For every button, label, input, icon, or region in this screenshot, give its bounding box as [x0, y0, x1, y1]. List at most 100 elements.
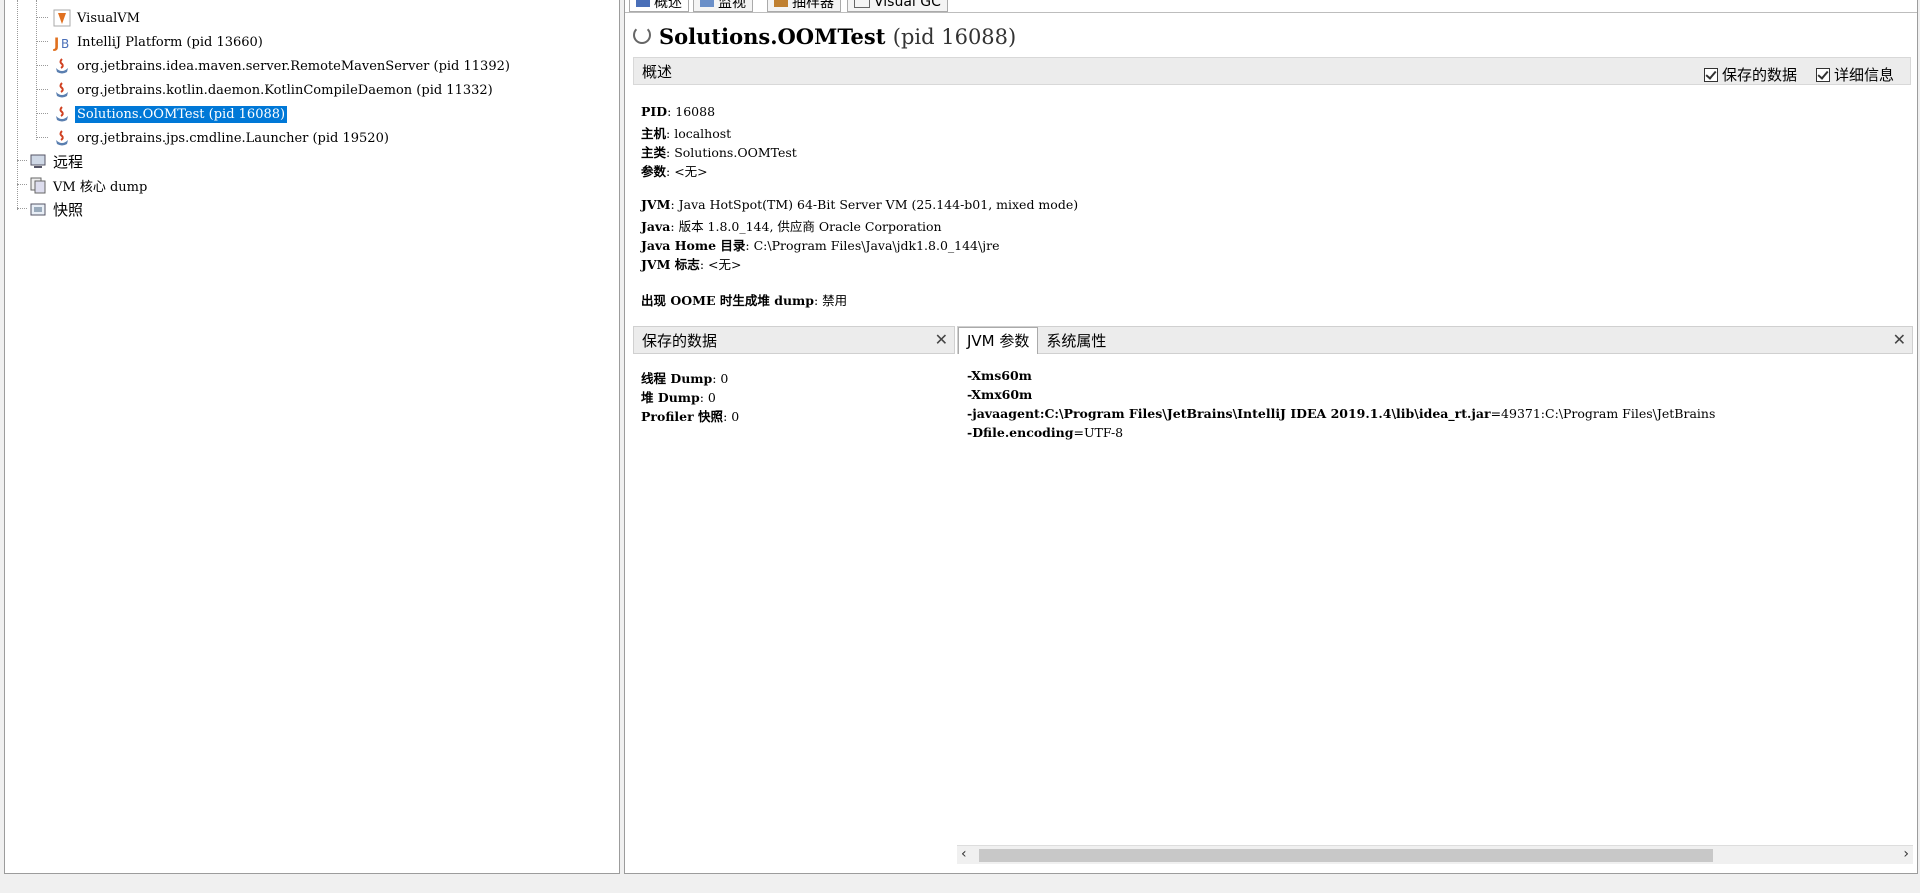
tree-item-visualvm[interactable]: VisualVM — [53, 8, 142, 28]
jvm-arg-value: =49371:C:\Program Files\JetBrains — [1490, 406, 1716, 421]
svg-text:J: J — [53, 36, 59, 51]
page-title: Solutions.OOMTest (pid 16088) — [659, 24, 1016, 49]
info-value: : 0 — [699, 390, 716, 405]
horizontal-scrollbar[interactable]: ‹ › — [957, 845, 1913, 864]
info-key: 线程 Dump — [641, 371, 713, 386]
info-key: 参数 — [641, 164, 667, 179]
overview-info-basic: PID: 16088 主机: localhost 主类: Solutions.O… — [641, 104, 797, 180]
jvm-args-list: -Xms60m -Xmx60m -javaagent:C:\Program Fi… — [967, 368, 1909, 444]
info-value: : 禁用 — [814, 293, 848, 308]
info-key: Java — [641, 219, 671, 234]
view-tabs: 概述 监视 抽样器 Visual GC — [625, 0, 1917, 13]
info-value: : 0 — [712, 371, 729, 386]
tab-label: JVM 参数 — [967, 332, 1030, 350]
tree-item-oomtest[interactable]: Solutions.OOMTest (pid 16088) — [53, 104, 289, 124]
checkbox-label: 保存的数据 — [1722, 66, 1798, 84]
tab-jvm-args[interactable]: JVM 参数 — [958, 326, 1039, 354]
tree-item-label: org.jetbrains.jps.cmdline.Launcher (pid … — [77, 130, 389, 146]
tree-item-label: VisualVM — [77, 10, 140, 26]
saved-data-panel-header: 保存的数据 ✕ — [633, 326, 955, 354]
tab-monitor[interactable]: 监视 — [693, 0, 753, 12]
info-key: 堆 Dump — [641, 390, 700, 405]
applications-tree-panel: VisualVM JB IntelliJ Platform (pid 13660… — [4, 0, 620, 874]
tree-group-remote[interactable]: 远程 — [29, 151, 85, 171]
jvm-arg: -Xms60m — [967, 368, 1032, 383]
tree-item-label: IntelliJ Platform (pid 13660) — [77, 34, 263, 50]
scroll-left-icon[interactable]: ‹ — [961, 846, 967, 862]
tree-item-maven-server[interactable]: org.jetbrains.idea.maven.server.RemoteMa… — [53, 56, 512, 76]
visual-gc-tab-icon — [854, 0, 870, 8]
checkbox-checked-icon — [1704, 67, 1718, 82]
info-value: : <无> — [666, 164, 708, 179]
info-key: 出现 OOME 时生成堆 dump — [641, 293, 814, 308]
info-key: Java Home 目录 — [641, 238, 746, 253]
svg-text:B: B — [61, 37, 69, 51]
loading-spinner-icon — [633, 26, 651, 44]
tab-visual-gc[interactable]: Visual GC — [847, 0, 948, 12]
coredump-icon — [29, 176, 47, 194]
tree-group-label: 快照 — [53, 200, 84, 219]
app-name: Solutions.OOMTest — [659, 24, 886, 49]
close-icon[interactable]: ✕ — [935, 330, 948, 349]
tab-overview[interactable]: 概述 — [629, 0, 689, 12]
info-value: : Java HotSpot(TM) 64-Bit Server VM (25.… — [670, 197, 1079, 212]
java-icon — [53, 105, 71, 123]
info-value: : localhost — [666, 126, 732, 141]
saved-data-checkbox[interactable]: 保存的数据 — [1704, 64, 1797, 85]
tree-item-label: org.jetbrains.kotlin.daemon.KotlinCompil… — [77, 82, 493, 98]
java-icon — [53, 81, 71, 99]
checkbox-checked-icon — [1816, 67, 1830, 82]
overview-section-header: 概述 保存的数据 详细信息 — [633, 57, 1911, 85]
jvm-arg-value: =UTF-8 — [1073, 425, 1124, 440]
tab-label: 概述 — [654, 0, 682, 11]
scroll-right-icon[interactable]: › — [1903, 846, 1909, 862]
panel-title: 保存的数据 — [642, 331, 718, 350]
info-key: JVM — [641, 197, 671, 212]
jvm-args-panel-header: JVM 参数 系统属性 ✕ — [957, 326, 1913, 354]
section-title: 概述 — [642, 62, 673, 81]
snapshot-icon — [29, 200, 47, 218]
intellij-icon: JB — [53, 33, 71, 52]
tree-item-label: Solutions.OOMTest (pid 16088) — [73, 104, 289, 124]
sampler-tab-icon — [774, 0, 788, 7]
jvm-arg: -Dfile.encoding — [967, 425, 1074, 440]
tree-group-label: VM 核心 dump — [53, 179, 148, 195]
tab-system-properties[interactable]: 系统属性 — [1038, 327, 1114, 353]
tree-group-label: 远程 — [53, 152, 84, 171]
tree-item-label: org.jetbrains.idea.maven.server.RemoteMa… — [77, 58, 510, 74]
tree-group-coredump[interactable]: VM 核心 dump — [29, 175, 149, 195]
info-value: : Solutions.OOMTest — [666, 145, 797, 160]
close-icon[interactable]: ✕ — [1893, 330, 1906, 349]
tab-label: Visual GC — [874, 0, 941, 10]
info-value: : 0 — [723, 409, 740, 424]
info-key: JVM 标志 — [641, 257, 700, 272]
monitor-tab-icon — [700, 0, 714, 7]
application-view: 概述 监视 抽样器 Visual GC Solutions.OOMTest (p… — [624, 0, 1918, 874]
tree-item-kotlin-daemon[interactable]: org.jetbrains.kotlin.daemon.KotlinCompil… — [53, 80, 495, 100]
app-pid: (pid 16088) — [892, 25, 1017, 49]
scrollbar-thumb[interactable] — [979, 849, 1713, 862]
tree-item-intellij[interactable]: JB IntelliJ Platform (pid 13660) — [53, 32, 265, 53]
tab-label: 系统属性 — [1046, 331, 1107, 350]
overview-info-jvm: JVM: Java HotSpot(TM) 64-Bit Server VM (… — [641, 197, 1078, 273]
tree-group-snapshots[interactable]: 快照 — [29, 199, 85, 219]
info-key: Profiler 快照 — [641, 409, 724, 424]
details-checkbox[interactable]: 详细信息 — [1816, 64, 1894, 85]
jvm-arg: -javaagent:C:\Program Files\JetBrains\In… — [967, 406, 1491, 421]
info-value: : C:\Program Files\Java\jdk1.8.0_144\jre — [745, 238, 1000, 253]
java-icon — [53, 57, 71, 75]
info-key: PID — [641, 104, 668, 119]
checkbox-label: 详细信息 — [1834, 66, 1895, 84]
tab-label: 抽样器 — [792, 0, 834, 11]
tree-item-jps-launcher[interactable]: org.jetbrains.jps.cmdline.Launcher (pid … — [53, 128, 391, 148]
info-value: : 版本 1.8.0_144, 供应商 Oracle Corporation — [670, 219, 942, 234]
visualvm-icon — [53, 9, 71, 27]
tab-label: 监视 — [718, 0, 746, 11]
saved-data-list: 线程 Dump: 0 堆 Dump: 0 Profiler 快照: 0 — [641, 368, 739, 425]
info-value: : 16088 — [667, 104, 716, 119]
info-key: 主机 — [641, 126, 667, 141]
tab-sampler[interactable]: 抽样器 — [767, 0, 841, 12]
info-value: : <无> — [699, 257, 742, 272]
jvm-arg: -Xmx60m — [967, 387, 1033, 402]
info-key: 主类 — [641, 145, 667, 160]
